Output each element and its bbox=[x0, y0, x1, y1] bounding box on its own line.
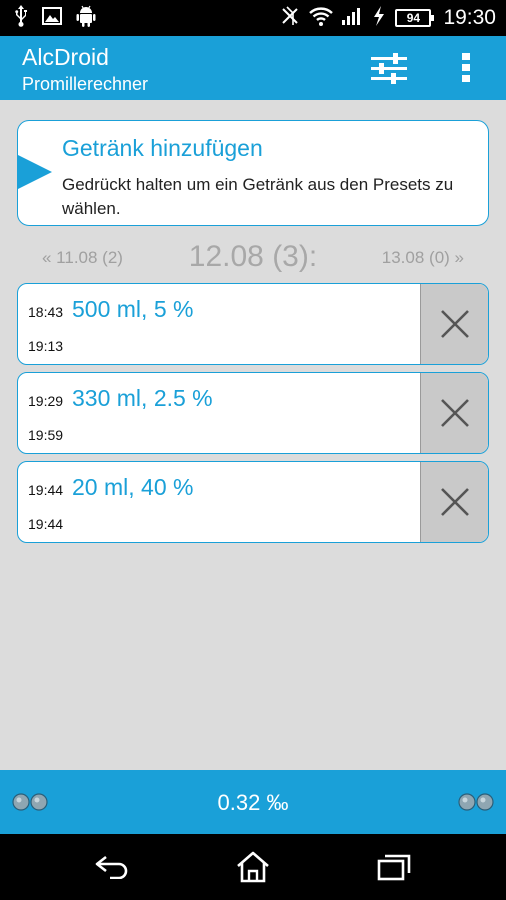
close-icon bbox=[440, 488, 469, 516]
glasses-icon bbox=[458, 793, 494, 811]
signal-icon bbox=[341, 6, 363, 30]
next-day-link[interactable]: 13.08 (0) » bbox=[382, 248, 464, 268]
nfc-icon bbox=[279, 5, 301, 31]
delete-drink-button[interactable] bbox=[420, 462, 488, 542]
battery-icon: 94 bbox=[395, 9, 435, 27]
previous-day-link[interactable]: « 11.08 (2) bbox=[42, 248, 123, 268]
drink-end-time: 19:13 bbox=[28, 338, 64, 354]
add-drink-card[interactable]: Getränk hinzufügen Gedrückt halten um ei… bbox=[17, 120, 489, 226]
drink-end-time: 19:44 bbox=[28, 516, 64, 532]
drink-amount: 20 ml, 40 % bbox=[72, 474, 194, 500]
drink-start-time: 18:43 bbox=[28, 304, 64, 320]
no-sim-icon bbox=[371, 5, 387, 31]
system-navigation-bar bbox=[0, 834, 506, 900]
delete-drink-button[interactable] bbox=[420, 284, 488, 364]
close-icon bbox=[440, 399, 469, 427]
delete-drink-button[interactable] bbox=[420, 373, 488, 453]
play-arrow-icon bbox=[18, 155, 52, 189]
app-subtitle: Promillerechner bbox=[22, 74, 149, 94]
battery-level: 94 bbox=[406, 11, 421, 25]
app-title: AlcDroid bbox=[22, 44, 109, 70]
bac-bar: 0.32 ‰ bbox=[0, 770, 506, 834]
status-bar-notifications bbox=[14, 0, 96, 36]
recent-apps-icon bbox=[377, 854, 411, 881]
add-drink-title: Getränk hinzufügen bbox=[62, 135, 263, 161]
drink-end-time: 19:59 bbox=[28, 427, 64, 443]
usb-icon bbox=[14, 5, 28, 31]
status-time: 19:30 bbox=[443, 6, 496, 29]
drink-row[interactable]: 18:43 500 ml, 5 % 19:13 bbox=[17, 283, 489, 365]
add-drink-description: Gedrückt halten um ein Getränk aus den P… bbox=[62, 175, 454, 218]
drink-row[interactable]: 19:44 20 ml, 40 % 19:44 bbox=[17, 461, 489, 543]
recent-apps-button[interactable] bbox=[354, 834, 434, 900]
status-bar: 94 19:30 bbox=[0, 0, 506, 36]
wifi-icon bbox=[309, 6, 334, 30]
drink-start-time: 19:44 bbox=[28, 482, 64, 498]
android-icon bbox=[76, 5, 96, 31]
date-navigation: 12.08 (3): « 11.08 (2) 13.08 (0) » bbox=[0, 238, 506, 278]
filter-button[interactable] bbox=[362, 36, 416, 100]
action-bar: AlcDroid Promillerechner bbox=[0, 36, 506, 100]
image-icon bbox=[42, 7, 62, 29]
back-icon bbox=[95, 855, 128, 879]
sliders-icon bbox=[371, 53, 407, 84]
glasses-right-button[interactable] bbox=[456, 770, 496, 834]
bac-value: 0.32 ‰ bbox=[217, 790, 289, 815]
drink-row[interactable]: 19:29 330 ml, 2.5 % 19:59 bbox=[17, 372, 489, 454]
drink-amount: 330 ml, 2.5 % bbox=[72, 385, 213, 411]
drink-amount: 500 ml, 5 % bbox=[72, 296, 194, 322]
back-button[interactable] bbox=[72, 834, 152, 900]
status-bar-system: 94 19:30 bbox=[279, 0, 496, 36]
overflow-menu-icon bbox=[462, 53, 470, 82]
home-button[interactable] bbox=[213, 834, 293, 900]
close-icon bbox=[440, 310, 469, 338]
drink-start-time: 19:29 bbox=[28, 393, 64, 409]
overflow-menu-button[interactable] bbox=[446, 36, 486, 100]
home-icon bbox=[237, 851, 269, 883]
